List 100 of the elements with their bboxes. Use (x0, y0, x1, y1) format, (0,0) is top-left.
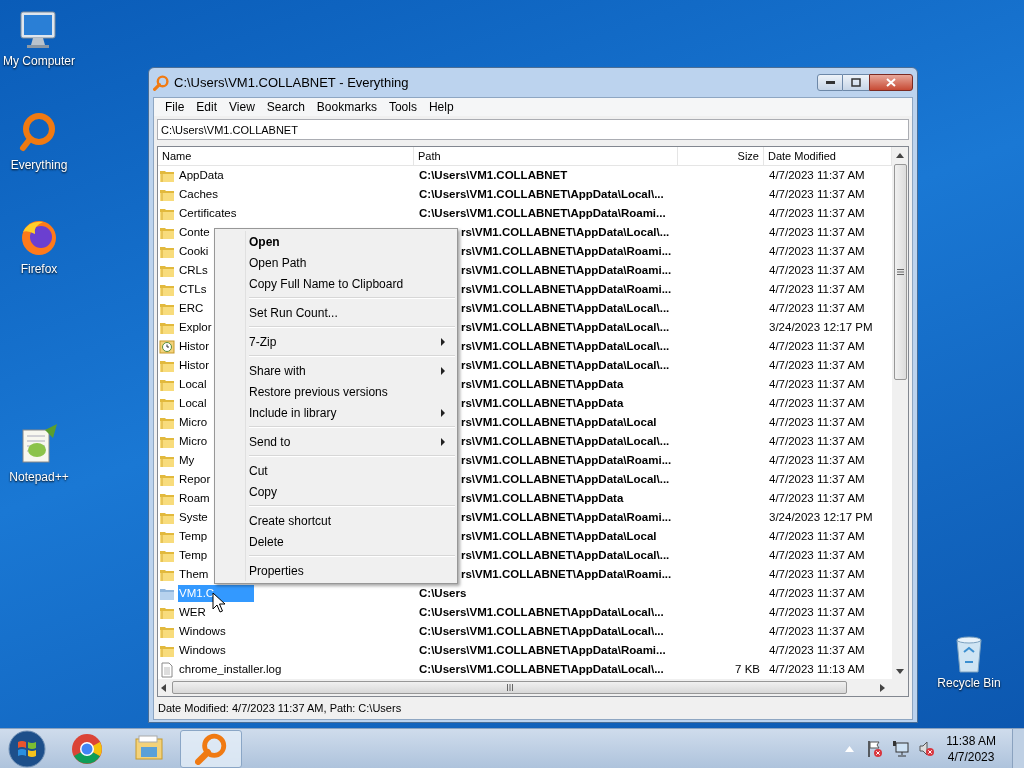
desktop-shortcut[interactable]: Firefox (0, 216, 78, 276)
close-button[interactable] (869, 74, 913, 91)
file-name[interactable]: Windows (178, 642, 227, 659)
vertical-scrollbar[interactable] (892, 147, 908, 679)
context-menu-item[interactable]: Copy Full Name to Clipboard (217, 273, 455, 294)
path-cell-text: C:\Users\VM1.COLLABNET\AppData\Local\... (419, 186, 664, 202)
path-cell-text: rs\VM1.COLLABNET\AppData\Roami... (461, 566, 672, 582)
clock[interactable]: 11:38 AM 4/7/2023 (946, 732, 996, 765)
path-cell-text: rs\VM1.COLLABNET\AppData\Local\... (461, 224, 670, 240)
menu-item[interactable]: Help (423, 99, 459, 115)
menu-item[interactable]: View (224, 99, 260, 115)
speaker-icon[interactable] (918, 739, 937, 758)
file-name[interactable]: chrome_installer.log (178, 661, 283, 678)
network-icon[interactable] (892, 739, 911, 758)
context-menu-item[interactable]: Open Path (217, 252, 455, 273)
file-name[interactable]: CRLs (178, 262, 209, 279)
file-name[interactable]: Repor (178, 471, 212, 488)
scroll-right-icon (880, 683, 885, 692)
file-name[interactable]: Them (178, 566, 210, 583)
context-menu-item[interactable]: Delete (217, 531, 455, 552)
file-name[interactable]: CTLs (178, 281, 208, 298)
file-name[interactable]: Local (178, 395, 208, 412)
menu-item[interactable]: File (160, 99, 190, 115)
file-name[interactable]: WER (178, 604, 207, 621)
shortcut-label: Everything (10, 158, 68, 172)
date-cell: 4/7/2023 11:37 AM (769, 282, 865, 295)
date-cell: 4/7/2023 11:37 AM (769, 567, 865, 580)
taskbar-app-button[interactable] (180, 729, 242, 768)
context-menu-item[interactable]: Copy (217, 481, 455, 502)
scroll-thumb[interactable] (893, 164, 907, 380)
context-menu-item[interactable]: Include in library (217, 402, 455, 423)
path-cell-text: C:\Users\VM1.COLLABNET\AppData\Local\... (419, 604, 664, 620)
path-cell-text: rs\VM1.COLLABNET\AppData\Local (461, 528, 657, 544)
clock-time: 11:38 AM (946, 732, 996, 749)
file-name[interactable]: Histor (178, 357, 211, 374)
search-field[interactable]: C:\Users\VM1.COLLABNET (157, 119, 909, 140)
shortcut-label: Recycle Bin (937, 676, 1001, 690)
file-name[interactable]: My (178, 452, 196, 469)
file-name[interactable]: Cooki (178, 243, 210, 260)
maximize-button[interactable] (843, 74, 869, 91)
path-cell-text: C:\Users\VM1.COLLABNET\AppData\Local\... (419, 661, 664, 677)
file-name[interactable]: Temp (178, 547, 209, 564)
file-name[interactable]: Syste (178, 509, 209, 526)
file-name[interactable]: Explor (178, 319, 213, 336)
path-cell-text: rs\VM1.COLLABNET\AppData\Local\... (461, 471, 670, 487)
show-desktop-button[interactable] (1012, 728, 1024, 768)
file-name[interactable]: Micro (178, 414, 209, 431)
context-menu-item[interactable]: Properties (217, 560, 455, 581)
desktop-shortcut[interactable]: My Computer (0, 8, 78, 68)
file-name[interactable]: Caches (178, 186, 219, 203)
context-menu-item[interactable]: 7-Zip (217, 331, 455, 352)
desktop-shortcut[interactable]: Recycle Bin (930, 630, 1008, 690)
date-cell: 4/7/2023 11:37 AM (769, 491, 865, 504)
date-cell: 4/7/2023 11:37 AM (769, 339, 865, 352)
file-name[interactable]: Temp (178, 528, 209, 545)
magnifier-icon (153, 74, 169, 91)
path-cell-text: rs\VM1.COLLABNET\AppData (461, 395, 624, 411)
context-menu-item[interactable]: Set Run Count... (217, 302, 455, 323)
scroll-up-icon (896, 153, 904, 158)
date-cell: 4/7/2023 11:37 AM (769, 643, 865, 656)
context-menu-item[interactable]: Open (217, 231, 455, 252)
show-hidden-icons-icon[interactable] (845, 745, 855, 752)
column-header[interactable]: Name (158, 147, 414, 165)
context-menu-item[interactable]: Create shortcut (217, 510, 455, 531)
date-cell: 4/7/2023 11:37 AM (769, 358, 865, 371)
column-header[interactable]: Size (678, 147, 764, 165)
context-menu-item[interactable]: Cut (217, 460, 455, 481)
path-cell-text: C:\Users (419, 585, 467, 601)
file-name[interactable]: Windows (178, 623, 227, 640)
context-menu-item[interactable]: Send to (217, 431, 455, 452)
desktop-shortcut[interactable]: Everything (0, 112, 78, 172)
file-name[interactable]: ERC (178, 300, 205, 317)
menu-item[interactable]: Bookmarks (311, 99, 382, 115)
file-name[interactable]: AppData (178, 167, 225, 184)
submenu-arrow-icon (441, 408, 445, 417)
context-menu-item[interactable]: Restore previous versions (217, 381, 455, 402)
path-cell-text: rs\VM1.COLLABNET\AppData\Local\... (461, 547, 670, 563)
shortcut-label: Notepad++ (9, 470, 69, 484)
file-name[interactable]: Certificates (178, 205, 238, 222)
context-menu-item[interactable]: Share with (217, 360, 455, 381)
path-cell-text: C:\Users\VM1.COLLABNET\AppData\Local\... (419, 623, 664, 639)
desktop-shortcut[interactable]: Notepad++ (0, 424, 78, 484)
menu-item[interactable]: Tools (383, 99, 422, 115)
date-cell: 4/7/2023 11:37 AM (769, 225, 865, 238)
minimize-button[interactable] (817, 74, 843, 91)
flag-icon[interactable] (866, 739, 885, 758)
file-name[interactable]: Local (178, 376, 208, 393)
column-header[interactable]: Path (414, 147, 678, 165)
scroll-thumb[interactable] (172, 681, 847, 694)
date-cell: 4/7/2023 11:37 AM (769, 301, 865, 314)
path-cell-text: rs\VM1.COLLABNET\AppData\Roami... (461, 262, 672, 278)
file-name[interactable]: Conte (178, 224, 211, 241)
horizontal-scrollbar[interactable] (158, 679, 908, 696)
minimize-icon (825, 81, 835, 84)
file-name[interactable]: Roam (178, 490, 211, 507)
menu-item[interactable]: Search (261, 99, 310, 115)
file-name[interactable]: Histor (178, 338, 211, 355)
path-cell-text: C:\Users\VM1.COLLABNET\AppData\Roami... (419, 205, 666, 221)
menu-item[interactable]: Edit (191, 99, 223, 115)
file-name[interactable]: Micro (178, 433, 209, 450)
